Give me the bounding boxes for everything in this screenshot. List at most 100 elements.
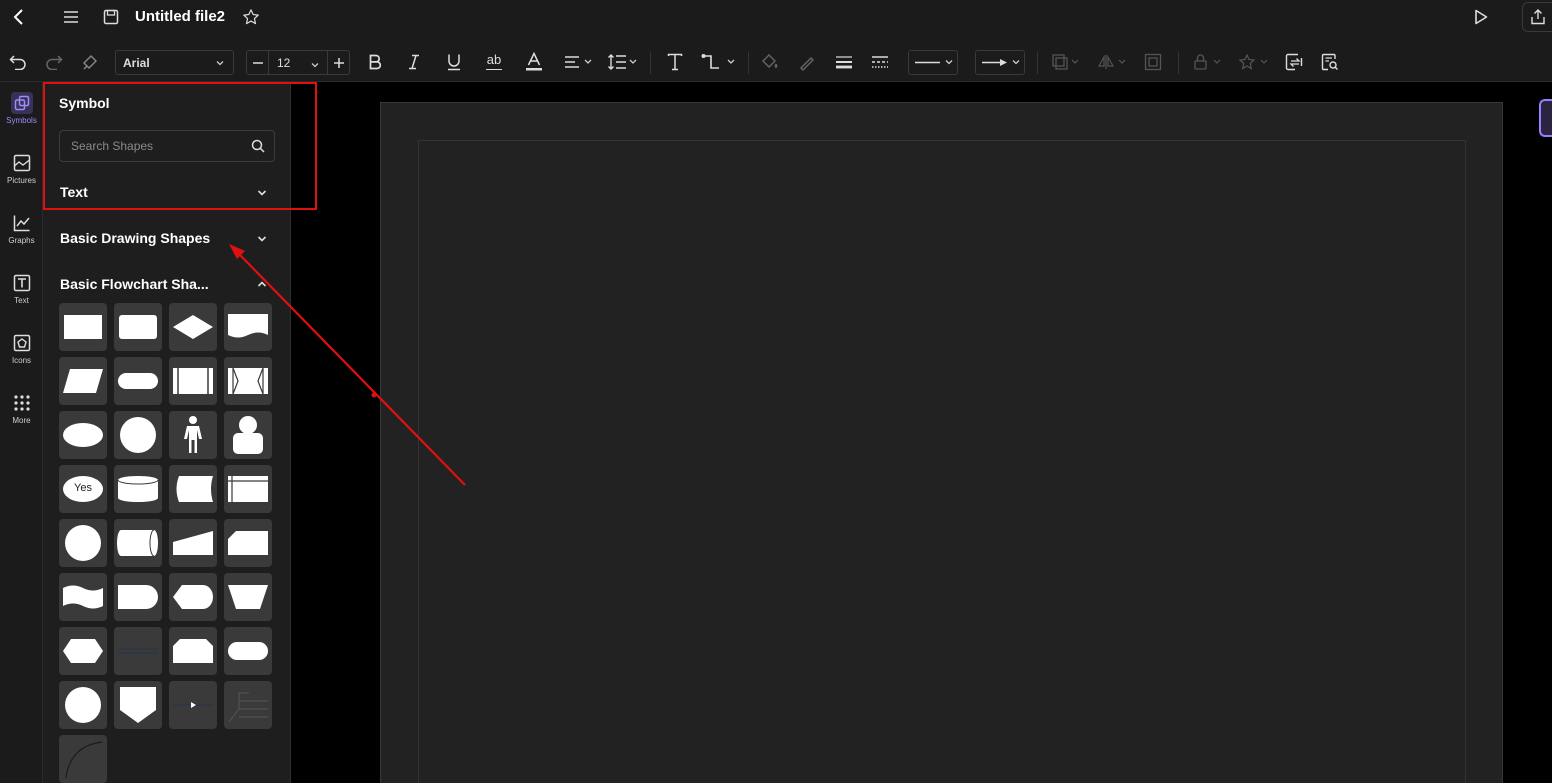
share-icon[interactable] (1522, 2, 1552, 32)
search-icon[interactable] (251, 139, 265, 158)
chevron-down-icon[interactable] (256, 186, 268, 204)
line-weight-icon[interactable] (832, 42, 856, 82)
line-style-select[interactable] (908, 50, 958, 75)
shape-loop-limit[interactable] (169, 627, 217, 675)
format-painter-icon[interactable] (78, 42, 102, 82)
shape-database[interactable] (114, 465, 162, 513)
back-icon[interactable] (8, 6, 30, 28)
lock-icon[interactable] (1190, 42, 1226, 82)
font-family-select[interactable]: Arial (115, 50, 234, 75)
shape-internal-storage[interactable] (224, 465, 272, 513)
shape-document[interactable] (224, 303, 272, 351)
shape-yes-decision[interactable]: Yes (59, 465, 107, 513)
shape-annotation-lines[interactable] (114, 627, 162, 675)
rail-item-pictures[interactable]: Pictures (0, 142, 43, 194)
font-size-value[interactable]: 12 (277, 56, 290, 70)
rail-label: Pictures (7, 176, 36, 185)
shape-card[interactable] (224, 519, 272, 567)
minus-icon[interactable] (247, 51, 269, 74)
shape-actor[interactable] (169, 411, 217, 459)
shape-punched-tape[interactable] (59, 573, 107, 621)
rail-item-text[interactable]: Text (0, 262, 43, 314)
font-family-value: Arial (123, 55, 150, 70)
play-icon[interactable] (1470, 6, 1492, 28)
shape-circle[interactable] (114, 411, 162, 459)
shape-manual-input[interactable] (169, 519, 217, 567)
shape-terminator[interactable] (114, 357, 162, 405)
drawing-page[interactable] (380, 102, 1503, 783)
shape-bracket-lines[interactable] (224, 681, 272, 729)
graphs-icon (11, 212, 33, 234)
icons-icon (11, 332, 33, 354)
star-icon[interactable] (240, 6, 262, 28)
fill-icon[interactable] (758, 42, 782, 82)
font-size-stepper[interactable]: 12 (246, 50, 350, 75)
shadow-icon[interactable] (1050, 42, 1082, 82)
shape-direct-access-storage[interactable] (114, 519, 162, 567)
italic-icon[interactable] (402, 42, 426, 82)
shape-user[interactable] (224, 411, 272, 459)
app-window: Untitled file2 Arial 12 ab Symbols Pictu… (0, 0, 1552, 783)
chevron-down-icon[interactable] (310, 57, 320, 75)
undo-icon[interactable] (6, 42, 30, 82)
shape-connector[interactable] (59, 519, 107, 567)
shape-delay[interactable] (114, 573, 162, 621)
chevron-down-icon[interactable] (256, 232, 268, 250)
find-replace-icon[interactable] (1318, 42, 1342, 82)
line-spacing-icon[interactable] (606, 42, 640, 82)
flip-icon[interactable] (1097, 42, 1129, 82)
shape-stored-data[interactable] (169, 465, 217, 513)
rail-item-graphs[interactable]: Graphs (0, 202, 43, 254)
replace-shape-icon[interactable] (1282, 42, 1306, 82)
section-basic-drawing-shapes[interactable]: Basic Drawing Shapes (60, 230, 210, 246)
line-color-icon[interactable] (795, 42, 819, 82)
shape-on-page-connector[interactable] (59, 681, 107, 729)
rail-label: Icons (11, 356, 32, 365)
shape-pill[interactable] (224, 627, 272, 675)
shape-arc[interactable] (59, 735, 107, 783)
rail-label: More (12, 416, 31, 425)
font-color-icon[interactable] (522, 42, 546, 82)
shape-manual-loop[interactable] (224, 357, 272, 405)
file-title[interactable]: Untitled file2 (135, 8, 225, 25)
shape-off-page-connector[interactable] (114, 681, 162, 729)
panel-title: Symbol (59, 95, 110, 111)
section-basic-flowchart-shapes[interactable]: Basic Flowchart Sha... (60, 276, 209, 292)
dash-style-icon[interactable] (868, 42, 892, 82)
shape-ellipse[interactable] (59, 411, 107, 459)
bold-icon[interactable] (363, 42, 387, 82)
redo-icon[interactable] (42, 42, 66, 82)
rail-item-icons[interactable]: Icons (0, 322, 43, 374)
shape-process[interactable] (59, 303, 107, 351)
shape-data[interactable] (59, 357, 107, 405)
menu-icon[interactable] (60, 6, 82, 28)
ai-assistant-tab[interactable] (1539, 99, 1552, 137)
save-icon[interactable] (100, 6, 122, 28)
section-text[interactable]: Text (60, 184, 88, 200)
shape-rounded-rectangle[interactable] (114, 303, 162, 351)
strikethrough-button[interactable]: ab (481, 42, 507, 82)
shape-manual-operation[interactable] (224, 573, 272, 621)
shape-predefined-process[interactable] (169, 357, 217, 405)
search-shapes-input[interactable] (59, 130, 275, 162)
connector-icon[interactable] (700, 42, 738, 82)
shape-arrow-line[interactable] (169, 681, 217, 729)
text-icon (11, 272, 33, 294)
shape-display[interactable] (169, 573, 217, 621)
chevron-up-icon[interactable] (256, 277, 268, 295)
shape-preparation[interactable] (59, 627, 107, 675)
toolbar-divider (1037, 52, 1038, 74)
text-tool-icon[interactable] (663, 42, 687, 82)
rail-item-more[interactable]: More (0, 382, 43, 434)
shape-decision[interactable] (169, 303, 217, 351)
plus-icon[interactable] (327, 51, 349, 74)
effects-icon[interactable] (1237, 42, 1273, 82)
rail-item-symbols[interactable]: Symbols (0, 82, 43, 134)
canvas-area[interactable] (292, 82, 1552, 783)
rail-label: Text (14, 296, 29, 305)
group-icon[interactable] (1141, 42, 1165, 82)
arrow-style-select[interactable] (975, 50, 1025, 75)
align-icon[interactable] (563, 42, 595, 82)
toolbar-divider (650, 52, 651, 74)
underline-icon[interactable] (442, 42, 466, 82)
